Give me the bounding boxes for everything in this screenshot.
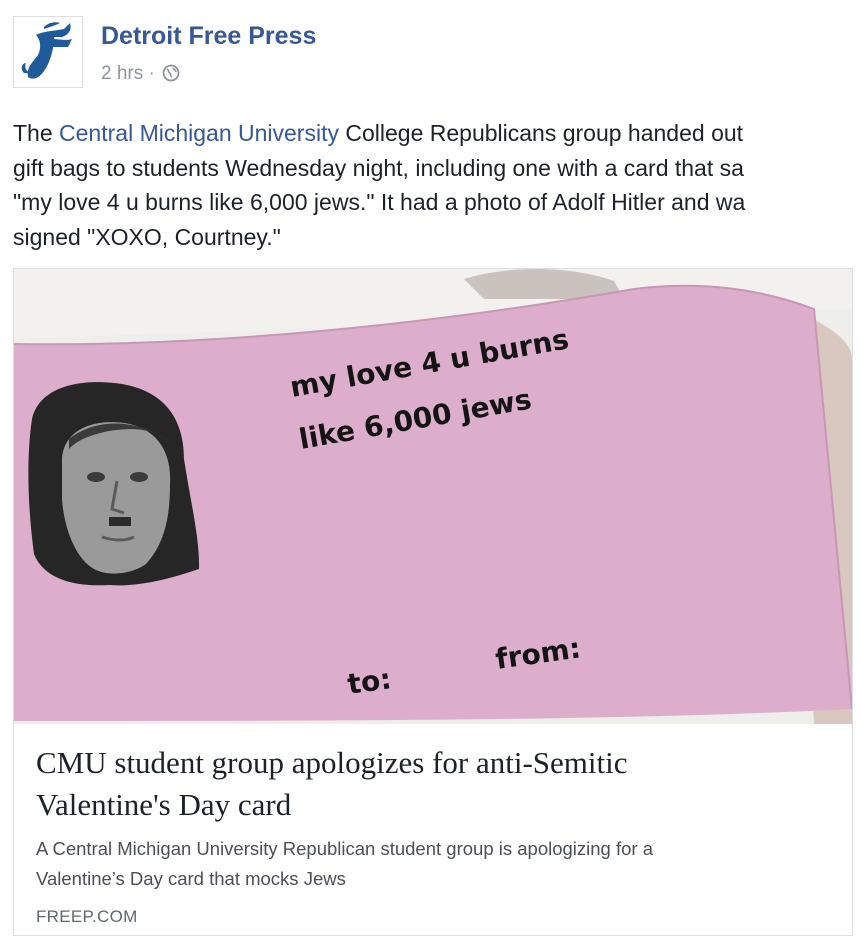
post-text-line-4: signed "XOXO, Courtney." (13, 223, 281, 250)
post-meta: 2 hrs · (101, 63, 180, 88)
post-text-line-2: gift bags to students Wednesday night, i… (13, 154, 744, 181)
link-preview-info[interactable]: CMU student group apologizes for anti-Se… (14, 724, 852, 935)
link-domain: FREEP.COM (36, 907, 138, 926)
link-description: A Central Michigan University Republican… (36, 838, 654, 889)
post-time[interactable]: 2 hrs (101, 63, 143, 84)
link-preview-card[interactable]: my love 4 u burns like 6,000 jews to: fr… (13, 268, 853, 936)
post-text: The Central Michigan University College … (13, 116, 853, 256)
freep-logo-icon (21, 22, 72, 79)
meta-separator: · (148, 63, 155, 84)
central-michigan-link[interactable]: Central Michigan University (59, 120, 339, 146)
post-text-line-1: The Central Michigan University College … (13, 120, 744, 146)
card-to-label: to: (345, 662, 393, 701)
page-avatar[interactable] (13, 16, 83, 88)
card-photo[interactable]: my love 4 u burns like 6,000 jews to: fr… (14, 269, 852, 724)
globe-icon[interactable] (162, 64, 180, 88)
link-headline[interactable]: CMU student group apologizes for anti-Se… (36, 742, 836, 826)
post-header: Detroit Free Press 2 hrs · (13, 16, 853, 96)
post-text-line-3: "my love 4 u burns like 6,000 jews." It … (13, 189, 746, 215)
page-name-link[interactable]: Detroit Free Press (101, 22, 316, 51)
